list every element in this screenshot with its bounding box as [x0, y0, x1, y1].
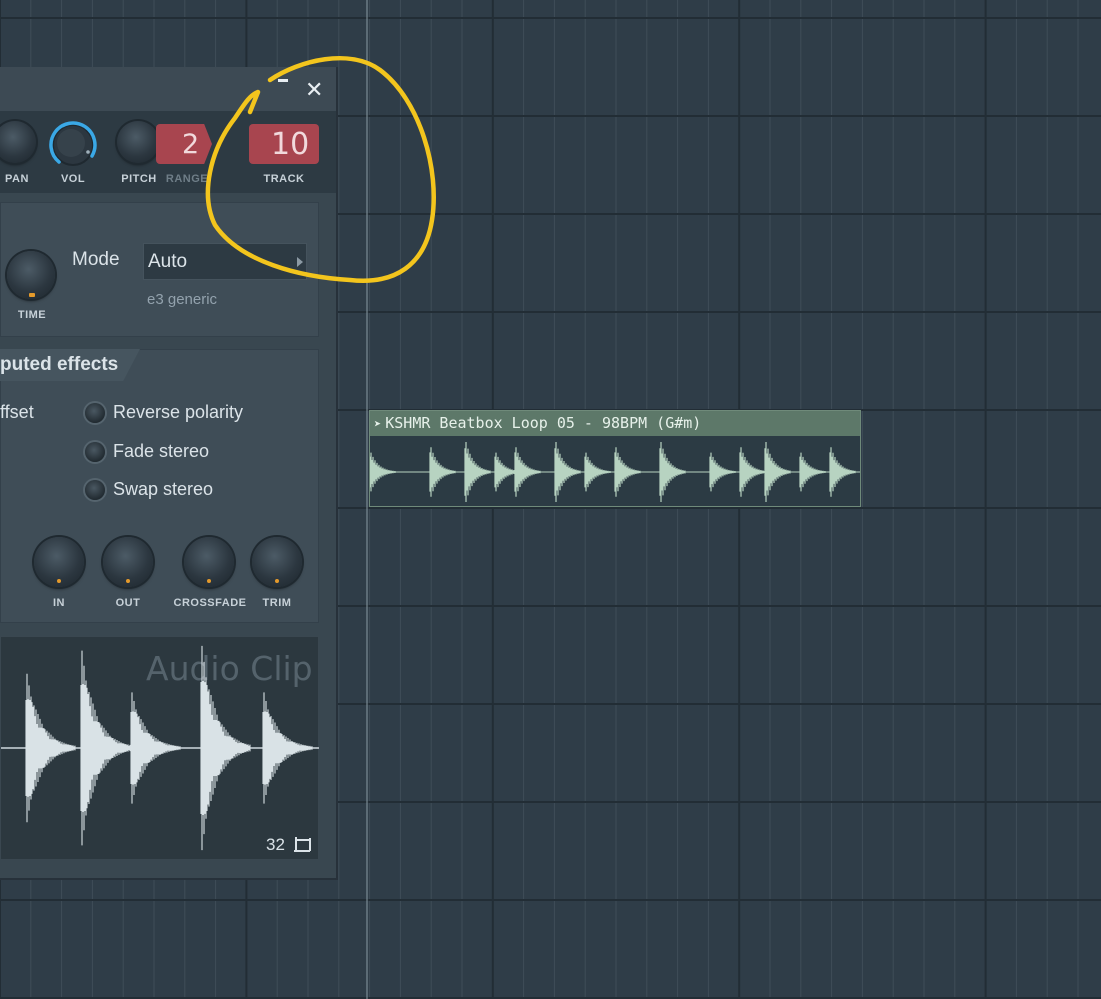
preview-waveform	[1, 645, 319, 851]
time-knob-indicator	[29, 293, 35, 297]
channel-settings-window: ✕ PAN VOL PITCH 2 RANGE 10 TRACK TIME Mo…	[0, 67, 338, 880]
out-knob-indicator	[126, 579, 130, 583]
chevron-right-icon	[297, 257, 303, 267]
pan-knob[interactable]	[0, 121, 36, 163]
time-knob[interactable]	[7, 251, 55, 299]
mode-value: Auto	[148, 251, 188, 272]
swap-stereo-label[interactable]: Swap stereo	[113, 479, 213, 500]
clip-menu-arrow-icon[interactable]: ➤	[374, 417, 381, 431]
trim-knob[interactable]	[252, 537, 302, 587]
crop-icon[interactable]	[293, 835, 313, 853]
mode-label: Mode	[72, 249, 120, 270]
out-label: OUT	[115, 597, 141, 609]
time-label: TIME	[17, 309, 47, 321]
pitch-label: PITCH	[121, 173, 157, 185]
section-title: puted effects	[0, 354, 119, 375]
range-value: 2	[182, 129, 200, 160]
in-knob[interactable]	[34, 537, 84, 587]
pitch-knob[interactable]	[117, 121, 159, 163]
mode-dropdown[interactable]: Auto	[143, 243, 307, 280]
close-icon[interactable]: ✕	[305, 79, 323, 101]
track-value: 10	[271, 127, 310, 162]
fade-stereo-radio[interactable]	[85, 442, 105, 462]
preview-count: 32	[266, 835, 285, 854]
offset-label: ffset	[0, 402, 34, 422]
clip-header[interactable]: ➤ KSHMR Beatbox Loop 05 - 98BPM (G#m)	[370, 411, 860, 436]
reverse-polarity-radio[interactable]	[85, 403, 105, 423]
channel-top-strip: PAN VOL PITCH 2 RANGE 10 TRACK	[0, 111, 336, 193]
trim-label: TRIM	[262, 597, 292, 609]
track-label: TRACK	[263, 173, 305, 185]
range-display[interactable]: 2	[156, 124, 212, 164]
swap-stereo-radio[interactable]	[85, 480, 105, 500]
trim-knob-indicator	[275, 579, 279, 583]
crossfade-knob[interactable]	[184, 537, 234, 587]
vol-label: VOL	[60, 173, 86, 185]
in-label: IN	[53, 597, 65, 609]
crossfade-label: CROSSFADE	[173, 597, 247, 609]
sample-preview[interactable]: Audio Clip 32	[0, 636, 319, 860]
pan-label: PAN	[5, 173, 29, 185]
window-titlebar[interactable]: ✕	[0, 67, 336, 111]
mode-subtext: e3 generic	[147, 291, 218, 308]
track-display[interactable]: 10	[249, 124, 319, 164]
out-knob[interactable]	[103, 537, 153, 587]
minimize-icon[interactable]	[276, 75, 290, 89]
reverse-polarity-label[interactable]: Reverse polarity	[113, 402, 243, 423]
in-knob-indicator	[57, 579, 61, 583]
clip-title: KSHMR Beatbox Loop 05 - 98BPM (G#m)	[385, 414, 702, 432]
range-label: RANGE	[165, 173, 209, 185]
crossfade-knob-indicator	[207, 579, 211, 583]
vol-knob[interactable]	[45, 117, 101, 173]
fade-stereo-label[interactable]: Fade stereo	[113, 441, 209, 462]
playlist-audio-clip[interactable]: ➤ KSHMR Beatbox Loop 05 - 98BPM (G#m)	[369, 410, 861, 507]
clip-waveform	[370, 441, 860, 503]
